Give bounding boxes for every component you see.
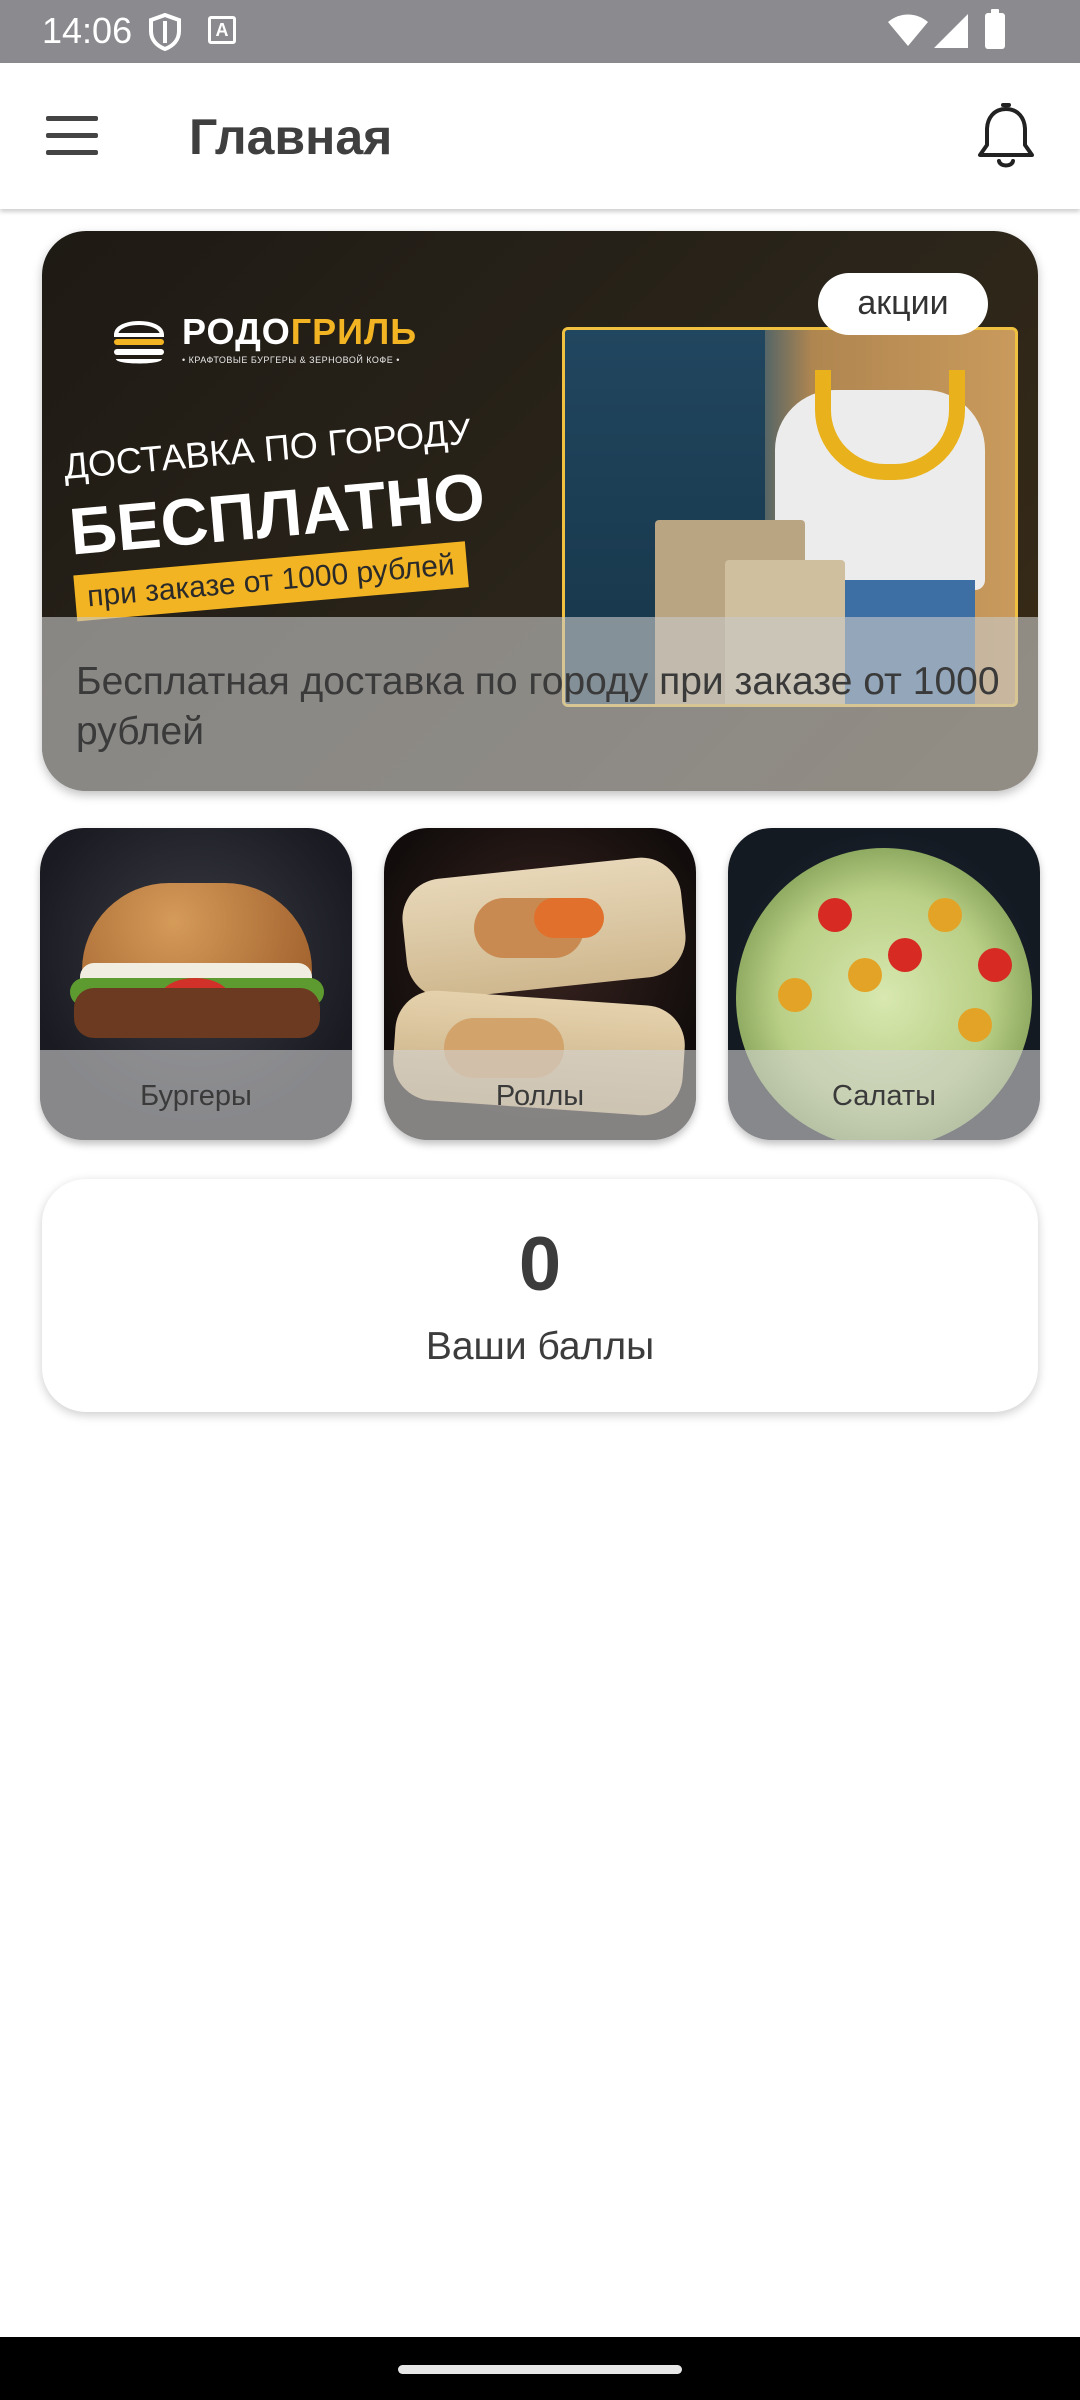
brand-logo: РОДОГРИЛЬ • КРАФТОВЫЕ БУРГЕРЫ & ЗЕРНОВОЙ… <box>110 309 430 369</box>
shield-icon <box>149 13 181 51</box>
hamburger-menu-icon[interactable] <box>46 116 98 156</box>
app-bar: Главная <box>0 63 1080 209</box>
points-label: Ваши баллы <box>425 1325 655 1368</box>
category-label: Роллы <box>384 1050 696 1140</box>
home-gesture-handle[interactable] <box>398 2365 682 2374</box>
system-nav-bar <box>0 2337 1080 2400</box>
status-time: 14:06 <box>42 10 133 51</box>
promo-banner[interactable]: акции РОДОГРИЛЬ • КРАФТОВЫЕ БУРГЕРЫ & ЗЕ… <box>42 231 1038 791</box>
category-burgers[interactable]: Бургеры <box>40 828 352 1140</box>
category-label: Бургеры <box>40 1050 352 1140</box>
points-value: 0 <box>518 1222 562 1307</box>
battery-icon <box>985 9 1005 49</box>
burger-logo-icon <box>113 321 165 364</box>
promo-headline: ДОСТАВКА ПО ГОРОДУ БЕСПЛАТНО при заказе … <box>62 402 575 622</box>
brand-tagline: • КРАФТОВЫЕ БУРГЕРЫ & ЗЕРНОВОЙ КОФЕ • <box>182 355 400 365</box>
wifi-icon <box>888 14 928 46</box>
category-label: Салаты <box>728 1050 1040 1140</box>
category-rolls[interactable]: Роллы <box>384 828 696 1140</box>
promo-badge: акции <box>818 273 988 335</box>
promo-caption: Бесплатная доставка по городу при заказе… <box>42 617 1038 791</box>
points-card[interactable]: 0 Ваши баллы <box>42 1179 1038 1412</box>
page-title: Главная <box>189 109 393 165</box>
brand-name: РОДОГРИЛЬ <box>182 311 418 352</box>
status-bar: 14:06 A <box>0 0 1080 63</box>
keyboard-icon: A <box>208 16 236 44</box>
bell-icon[interactable] <box>974 103 1038 171</box>
signal-icon <box>934 14 968 48</box>
category-salads[interactable]: Салаты <box>728 828 1040 1140</box>
